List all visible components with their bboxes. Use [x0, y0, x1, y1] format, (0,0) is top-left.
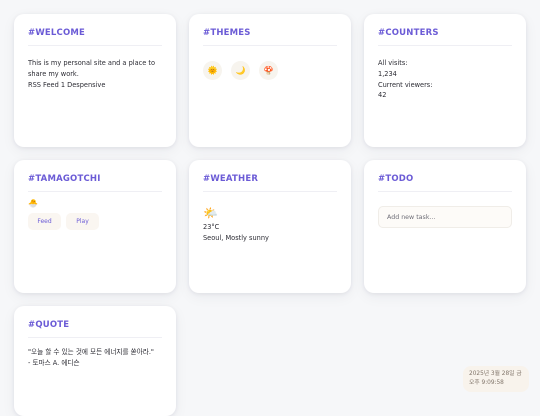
themes-card: #THEMES 🌞 🌙 🍄	[189, 14, 351, 147]
welcome-line: share my work.	[28, 69, 79, 78]
sun-behind-cloud-icon: 🌤️	[203, 206, 218, 220]
counters-card: #COUNTERS All visits: 1,234 Current view…	[364, 14, 526, 147]
clock-time: 오후 9:09:58	[469, 380, 504, 386]
clock-date: 2025년 3월 28일 금	[469, 371, 522, 377]
tamagotchi-actions: Feed Play	[28, 213, 162, 230]
tamagotchi-card: #TAMAGOTCHI 🐣 Feed Play	[14, 160, 176, 293]
all-visits-value: 1,234	[378, 69, 397, 78]
mushroom-icon: 🍄	[263, 65, 274, 75]
rss-feed-link[interactable]: RSS Feed 1 Despensive	[28, 80, 162, 91]
quote-title: #QUOTE	[28, 320, 162, 338]
sun-icon: 🌞	[207, 65, 218, 75]
moon-icon: 🌙	[235, 65, 246, 75]
all-visits-label: All visits:	[378, 59, 408, 67]
weather-location: Seoul, Mostly sunny	[203, 233, 269, 242]
quote-author: - 토마스 A. 에디슨	[28, 358, 80, 367]
welcome-line: This is my personal site and a place to	[28, 59, 156, 67]
quote-content: "오늘 할 수 있는 것에 모든 에너지를 쏟아라." - 토마스 A. 에디슨	[28, 347, 162, 369]
feed-button[interactable]: Feed	[28, 213, 61, 230]
weather-info: 23°C Seoul, Mostly sunny	[203, 222, 337, 244]
weather-temperature: 23°C	[203, 223, 220, 231]
tamagotchi-title: #TAMAGOTCHI	[28, 174, 162, 192]
theme-moon-button[interactable]: 🌙	[231, 61, 250, 80]
theme-sun-button[interactable]: 🌞	[203, 61, 222, 80]
todo-card: #TODO Add new task...	[364, 160, 526, 293]
quote-card: #QUOTE "오늘 할 수 있는 것에 모든 에너지를 쏟아라." - 토마스…	[14, 306, 176, 416]
theme-button-group: 🌞 🌙 🍄	[203, 61, 337, 80]
weather-card: #WEATHER 🌤️ 23°C Seoul, Mostly sunny	[189, 160, 351, 293]
chick-icon: 🐣	[28, 199, 38, 208]
quote-text: "오늘 할 수 있는 것에 모든 에너지를 쏟아라."	[28, 348, 154, 356]
play-button[interactable]: Play	[66, 213, 99, 230]
counters-content: All visits: 1,234 Current viewers: 42	[378, 58, 512, 101]
current-viewers-label: Current viewers:	[378, 80, 433, 89]
welcome-text: This is my personal site and a place to …	[28, 58, 162, 90]
clock-widget: 2025년 3월 28일 금 오후 9:09:58	[463, 366, 529, 392]
weather-title: #WEATHER	[203, 174, 337, 192]
themes-title: #THEMES	[203, 28, 337, 46]
current-viewers-value: 42	[378, 91, 387, 100]
counters-title: #COUNTERS	[378, 28, 512, 46]
welcome-title: #WELCOME	[28, 28, 162, 46]
theme-mushroom-button[interactable]: 🍄	[259, 61, 278, 80]
welcome-card: #WELCOME This is my personal site and a …	[14, 14, 176, 147]
todo-title: #TODO	[378, 174, 512, 192]
todo-input[interactable]: Add new task...	[378, 206, 512, 228]
